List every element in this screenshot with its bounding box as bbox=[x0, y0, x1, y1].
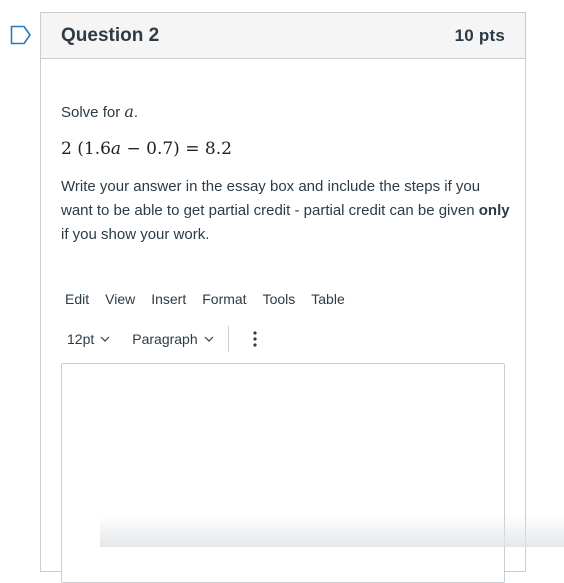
question-points: 10 pts bbox=[454, 25, 505, 45]
bookmark-flag-icon[interactable] bbox=[10, 25, 32, 45]
prompt-suffix: . bbox=[133, 104, 139, 121]
menu-table[interactable]: Table bbox=[311, 291, 344, 307]
block-format-select[interactable]: Paragraph bbox=[132, 331, 214, 347]
equation-operator: − bbox=[126, 139, 141, 159]
font-size-select[interactable]: 12pt bbox=[67, 331, 110, 347]
menu-view[interactable]: View bbox=[105, 291, 135, 307]
equation-close-paren: ) bbox=[173, 139, 180, 159]
menu-format[interactable]: Format bbox=[202, 291, 246, 307]
question-card: Question 2 10 pts Solve for a. 2 (1.6a −… bbox=[40, 12, 526, 583]
block-format-value: Paragraph bbox=[132, 331, 198, 347]
editor-menubar: Edit View Insert Format Tools Table bbox=[65, 291, 361, 307]
chevron-down-icon bbox=[100, 336, 110, 342]
vertical-ellipsis-icon[interactable] bbox=[247, 329, 263, 349]
equation-rhs: 8.2 bbox=[204, 139, 232, 159]
equation-variable: a bbox=[110, 139, 122, 159]
prompt-prefix: Solve for bbox=[61, 104, 121, 121]
instructions-bold: only bbox=[478, 202, 510, 219]
menu-tools[interactable]: Tools bbox=[263, 291, 296, 307]
question-header: Question 2 10 pts bbox=[41, 13, 525, 59]
editor-toolbar: 12pt Paragraph bbox=[67, 325, 263, 353]
chevron-down-icon bbox=[204, 336, 214, 342]
instructions-text-2: if you show your work. bbox=[61, 226, 210, 243]
toolbar-divider bbox=[227, 326, 229, 352]
equation-term-number: 1.6 bbox=[83, 139, 111, 159]
equation-equals: = bbox=[185, 139, 200, 159]
equation: 2 (1.6a − 0.7) = 8.2 bbox=[61, 139, 232, 159]
menu-insert[interactable]: Insert bbox=[151, 291, 186, 307]
equation-constant: 0.7 bbox=[146, 139, 174, 159]
equation-coefficient: 2 bbox=[61, 139, 72, 159]
prompt-variable: a bbox=[124, 102, 134, 121]
question-prompt: Solve for a. bbox=[61, 102, 138, 121]
menu-edit[interactable]: Edit bbox=[65, 291, 89, 307]
instructions-text-1: Write your answer in the essay box and i… bbox=[61, 178, 481, 219]
question-instructions: Write your answer in the essay box and i… bbox=[61, 175, 511, 247]
font-size-value: 12pt bbox=[67, 331, 95, 347]
question-title: Question 2 bbox=[61, 24, 160, 46]
equation-open-paren: ( bbox=[77, 139, 84, 159]
essay-editor-area[interactable] bbox=[61, 363, 505, 583]
